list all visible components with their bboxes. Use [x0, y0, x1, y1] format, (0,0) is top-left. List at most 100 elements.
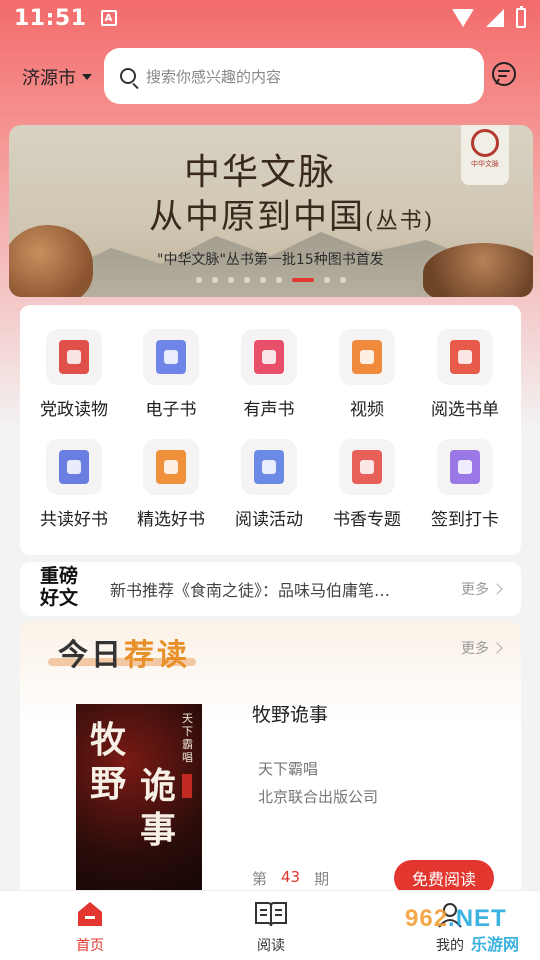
music-book-icon: [254, 340, 284, 374]
category-label: 视频: [350, 400, 384, 420]
icon-glyph: [67, 350, 81, 364]
cover-title-b: 诡事: [140, 765, 177, 851]
search-input[interactable]: 搜索你感兴趣的内容: [104, 48, 484, 104]
battery-icon: [516, 6, 526, 28]
category-red-book[interactable]: 党政读物: [24, 329, 124, 439]
category-label: 精选好书: [137, 510, 205, 530]
banner-seal: 中华文脉: [461, 125, 509, 185]
wifi-icon: [452, 9, 474, 27]
banner-pagination: [9, 277, 533, 283]
pagination-dot[interactable]: [196, 277, 202, 283]
category-icon-tile: [46, 329, 102, 385]
issue-info: 第 43 期: [252, 868, 329, 889]
recommend-more-label: 更多: [461, 641, 489, 657]
category-label: 签到打卡: [431, 510, 499, 530]
category-icon-tile: [241, 439, 297, 495]
category-icon-tile: [143, 439, 199, 495]
category-icon-tile: [339, 329, 395, 385]
video-play-icon: [352, 340, 382, 374]
news-headline[interactable]: 新书推荐《食南之徒》：品味马伯庸笔…: [110, 577, 440, 601]
category-open-book[interactable]: 书香专题: [317, 439, 417, 549]
chevron-right-icon: [491, 642, 503, 654]
pagination-dot[interactable]: [228, 277, 234, 283]
category-icon-tile: [437, 439, 493, 495]
seal-emblem-icon: [471, 129, 499, 157]
search-placeholder: 搜索你感兴趣的内容: [146, 67, 282, 86]
category-book-stack[interactable]: 阅选书单: [415, 329, 515, 439]
banner-title-line1: 中华文脉: [184, 152, 337, 193]
open-book-icon: [352, 450, 382, 484]
book-stack-icon: [450, 340, 480, 374]
pagination-dot[interactable]: [212, 277, 218, 283]
category-award-badge[interactable]: 阅读活动: [219, 439, 319, 549]
status-time: 11:51: [14, 5, 87, 31]
pagination-dot[interactable]: [276, 277, 282, 283]
icon-glyph: [164, 460, 178, 474]
status-bar: 11:51 A: [0, 0, 540, 36]
category-calendar-check[interactable]: 签到打卡: [415, 439, 515, 549]
icon-glyph: [262, 350, 276, 364]
book-title[interactable]: 牧野诡事: [252, 700, 328, 727]
pagination-dot[interactable]: [260, 277, 266, 283]
book-author: 天下霸唱: [258, 760, 319, 778]
pagination-dot[interactable]: [324, 277, 330, 283]
message-icon[interactable]: [490, 60, 518, 88]
issue-number: 43: [281, 868, 301, 886]
news-more-link[interactable]: 更多: [461, 579, 503, 599]
banner-pottery-right: [423, 243, 533, 297]
tab-home[interactable]: 首页: [45, 899, 135, 955]
pagination-dot[interactable]: [244, 277, 250, 283]
category-blue-book[interactable]: 共读好书: [24, 439, 124, 549]
watermark-cn: 乐游网: [471, 935, 520, 954]
category-grid: 党政读物 电子书 有声书 视频 阅选书单共读好书 精选好书 阅读活动 书香专题 签到打卡: [20, 305, 521, 555]
cover-author: 天下霸唱: [182, 712, 193, 764]
category-video-play[interactable]: 视频: [317, 329, 417, 439]
recommend-title-a: 今日: [58, 638, 124, 673]
search-icon: [120, 68, 136, 84]
icon-glyph: [262, 460, 276, 474]
signal-icon: [486, 9, 504, 27]
category-label: 有声书: [243, 400, 295, 420]
book-cover[interactable]: 牧野 诡事 天下霸唱: [76, 704, 202, 900]
pagination-dot[interactable]: [340, 277, 346, 283]
city-selector[interactable]: 济源市: [22, 64, 92, 90]
category-label: 党政读物: [40, 400, 108, 420]
home-icon: [78, 902, 102, 926]
issue-suffix: 期: [314, 870, 330, 888]
category-label: 阅读活动: [235, 510, 303, 530]
news-more-label: 更多: [461, 582, 489, 598]
tab-home-label: 首页: [76, 938, 104, 954]
award-badge-icon: [254, 450, 284, 484]
promo-banner[interactable]: 中华文脉 从中原到中国(丛书) "中华文脉"丛书第一批15种图书首发 中华文脉: [9, 125, 533, 297]
cover-title-a: 牧野: [90, 719, 127, 805]
caret-down-icon: [82, 74, 92, 80]
banner-subtitle: "中华文脉"丛书第一批15种图书首发: [157, 252, 384, 268]
banner-pottery-left: [9, 225, 93, 297]
category-icon-tile: [437, 329, 493, 385]
banner-title-main: 从中原到中国: [149, 197, 365, 237]
icon-glyph: [360, 460, 374, 474]
ebook-play-icon: [156, 340, 186, 374]
daily-recommend-card: 今日荐读 更多 牧野 诡事 天下霸唱 牧野诡事 天下霸唱 北京联合出版公司 第 …: [20, 622, 521, 922]
icon-glyph: [360, 350, 374, 364]
open-book-icon: [255, 902, 287, 927]
pagination-dot-active[interactable]: [292, 278, 314, 282]
category-icon-tile: [143, 329, 199, 385]
site-watermark: 962.NET 乐游网: [405, 905, 535, 955]
news-logo: 重磅 好文: [40, 565, 86, 613]
news-ticker[interactable]: 重磅 好文 新书推荐《食南之徒》：品味马伯庸笔… 更多: [20, 562, 521, 616]
cover-seal: [182, 774, 192, 798]
chevron-right-icon: [491, 583, 503, 595]
category-music-book[interactable]: 有声书: [219, 329, 319, 439]
category-ebook-play[interactable]: 电子书: [121, 329, 221, 439]
category-label: 阅选书单: [431, 400, 499, 420]
recommend-more-link[interactable]: 更多: [461, 638, 503, 658]
watermark-brand-b: .NET: [448, 905, 507, 932]
icon-glyph: [458, 460, 472, 474]
tab-read[interactable]: 阅读: [226, 899, 316, 955]
recommend-title: 今日荐读: [58, 630, 190, 674]
seal-text: 中华文脉: [471, 160, 499, 168]
city-label: 济源市: [22, 68, 76, 89]
category-thumb-book[interactable]: 精选好书: [121, 439, 221, 549]
top-header: 济源市 搜索你感兴趣的内容: [0, 48, 540, 106]
